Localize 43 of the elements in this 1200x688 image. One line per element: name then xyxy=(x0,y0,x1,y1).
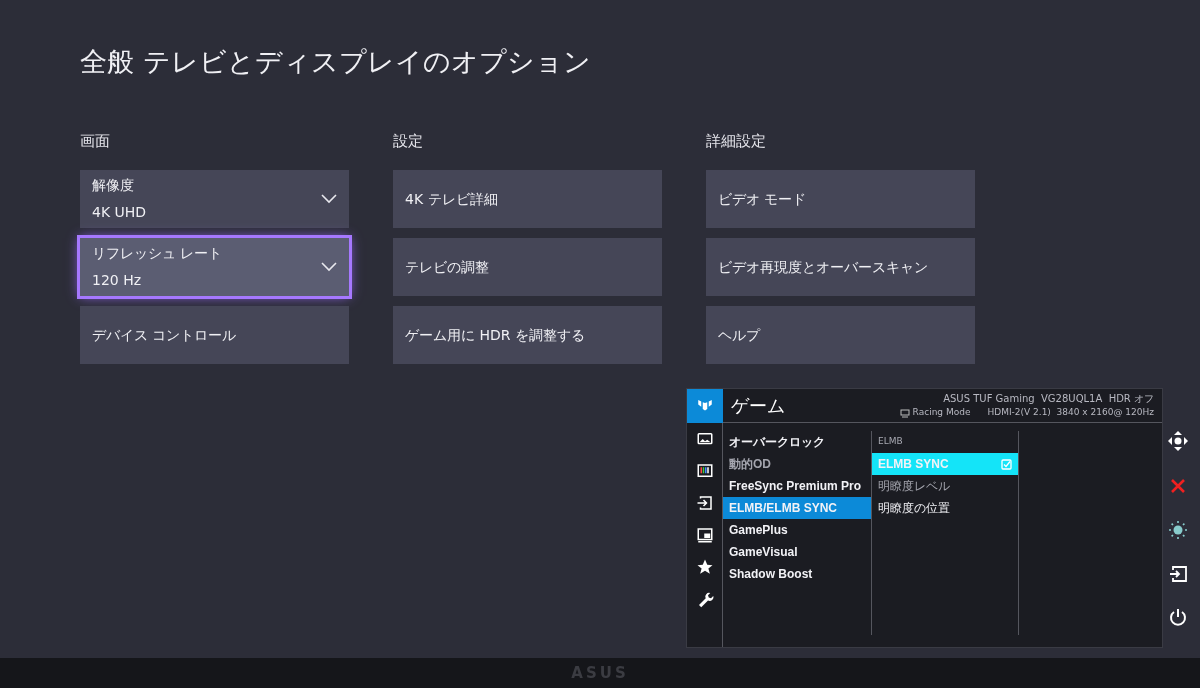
osd-submenu-label: 明瞭度レベル xyxy=(878,478,950,495)
input-icon xyxy=(696,494,714,512)
section-heading: 詳細設定 xyxy=(706,131,767,152)
settings-button[interactable]: ゲーム用に HDR を調整する xyxy=(393,306,662,364)
navigation-pad-icon[interactable] xyxy=(1167,430,1189,452)
osd-mode: Racing Mode xyxy=(912,406,971,420)
input-icon[interactable] xyxy=(1169,566,1187,582)
settings-button[interactable]: ビデオ再現度とオーバースキャン xyxy=(706,238,975,296)
osd-menu-item[interactable]: Shadow Boost xyxy=(723,563,871,585)
dropdown[interactable]: リフレッシュ レート 120 Hz xyxy=(80,238,349,296)
section-heading: 設定 xyxy=(393,131,424,152)
osd-menu-item[interactable]: FreeSync Premium Pro xyxy=(723,475,871,497)
osd-submenu-label: 明瞭度の位置 xyxy=(878,500,950,517)
osd-signal-info: HDMI-2(V 2.1) 3840 x 2160@ 120Hz xyxy=(987,406,1154,420)
section-heading: 画面 xyxy=(80,131,111,152)
monitor-icon xyxy=(899,408,910,418)
osd-submenu-item[interactable]: 明瞭度の位置 xyxy=(872,497,1018,519)
dropdown[interactable]: 解像度 4K UHD xyxy=(80,170,349,228)
dropdown-value: 120 Hz xyxy=(92,271,143,290)
osd-submenu-heading: ELMB xyxy=(877,435,904,449)
dropdown-label: 解像度 xyxy=(92,176,135,195)
settings-button[interactable]: テレビの調整 xyxy=(393,238,662,296)
settings-button[interactable]: ビデオ モード xyxy=(706,170,975,228)
osd-menu-item[interactable]: オーバークロック xyxy=(723,431,871,453)
chevron-down-icon xyxy=(321,262,337,272)
close-icon[interactable] xyxy=(1170,478,1186,494)
chevron-down-icon xyxy=(321,194,337,204)
osd-submenu-label: ELMB SYNC xyxy=(878,456,949,473)
settings-button[interactable]: デバイス コントロール xyxy=(80,306,349,364)
picture-in-picture-icon xyxy=(696,526,714,544)
color-bars-icon xyxy=(696,462,714,480)
dropdown-value: 4K UHD xyxy=(92,203,147,222)
settings-button[interactable]: ヘルプ xyxy=(706,306,975,364)
dropdown-label: リフレッシュ レート xyxy=(92,244,223,263)
osd-menu-item[interactable]: GamePlus xyxy=(723,519,871,541)
osd-title: ゲーム xyxy=(731,394,785,418)
star-icon xyxy=(696,558,714,576)
settings-button[interactable]: 4K テレビ詳細 xyxy=(393,170,662,228)
osd-menu-item[interactable]: GameVisual xyxy=(723,541,871,563)
power-icon[interactable] xyxy=(1169,608,1187,626)
page-title: 全般 テレビとディスプレイのオプション xyxy=(80,45,591,79)
osd-model-info: ASUS TUF Gaming VG28UQL1A HDR オフ xyxy=(943,392,1154,407)
brightness-icon[interactable] xyxy=(1168,520,1188,540)
